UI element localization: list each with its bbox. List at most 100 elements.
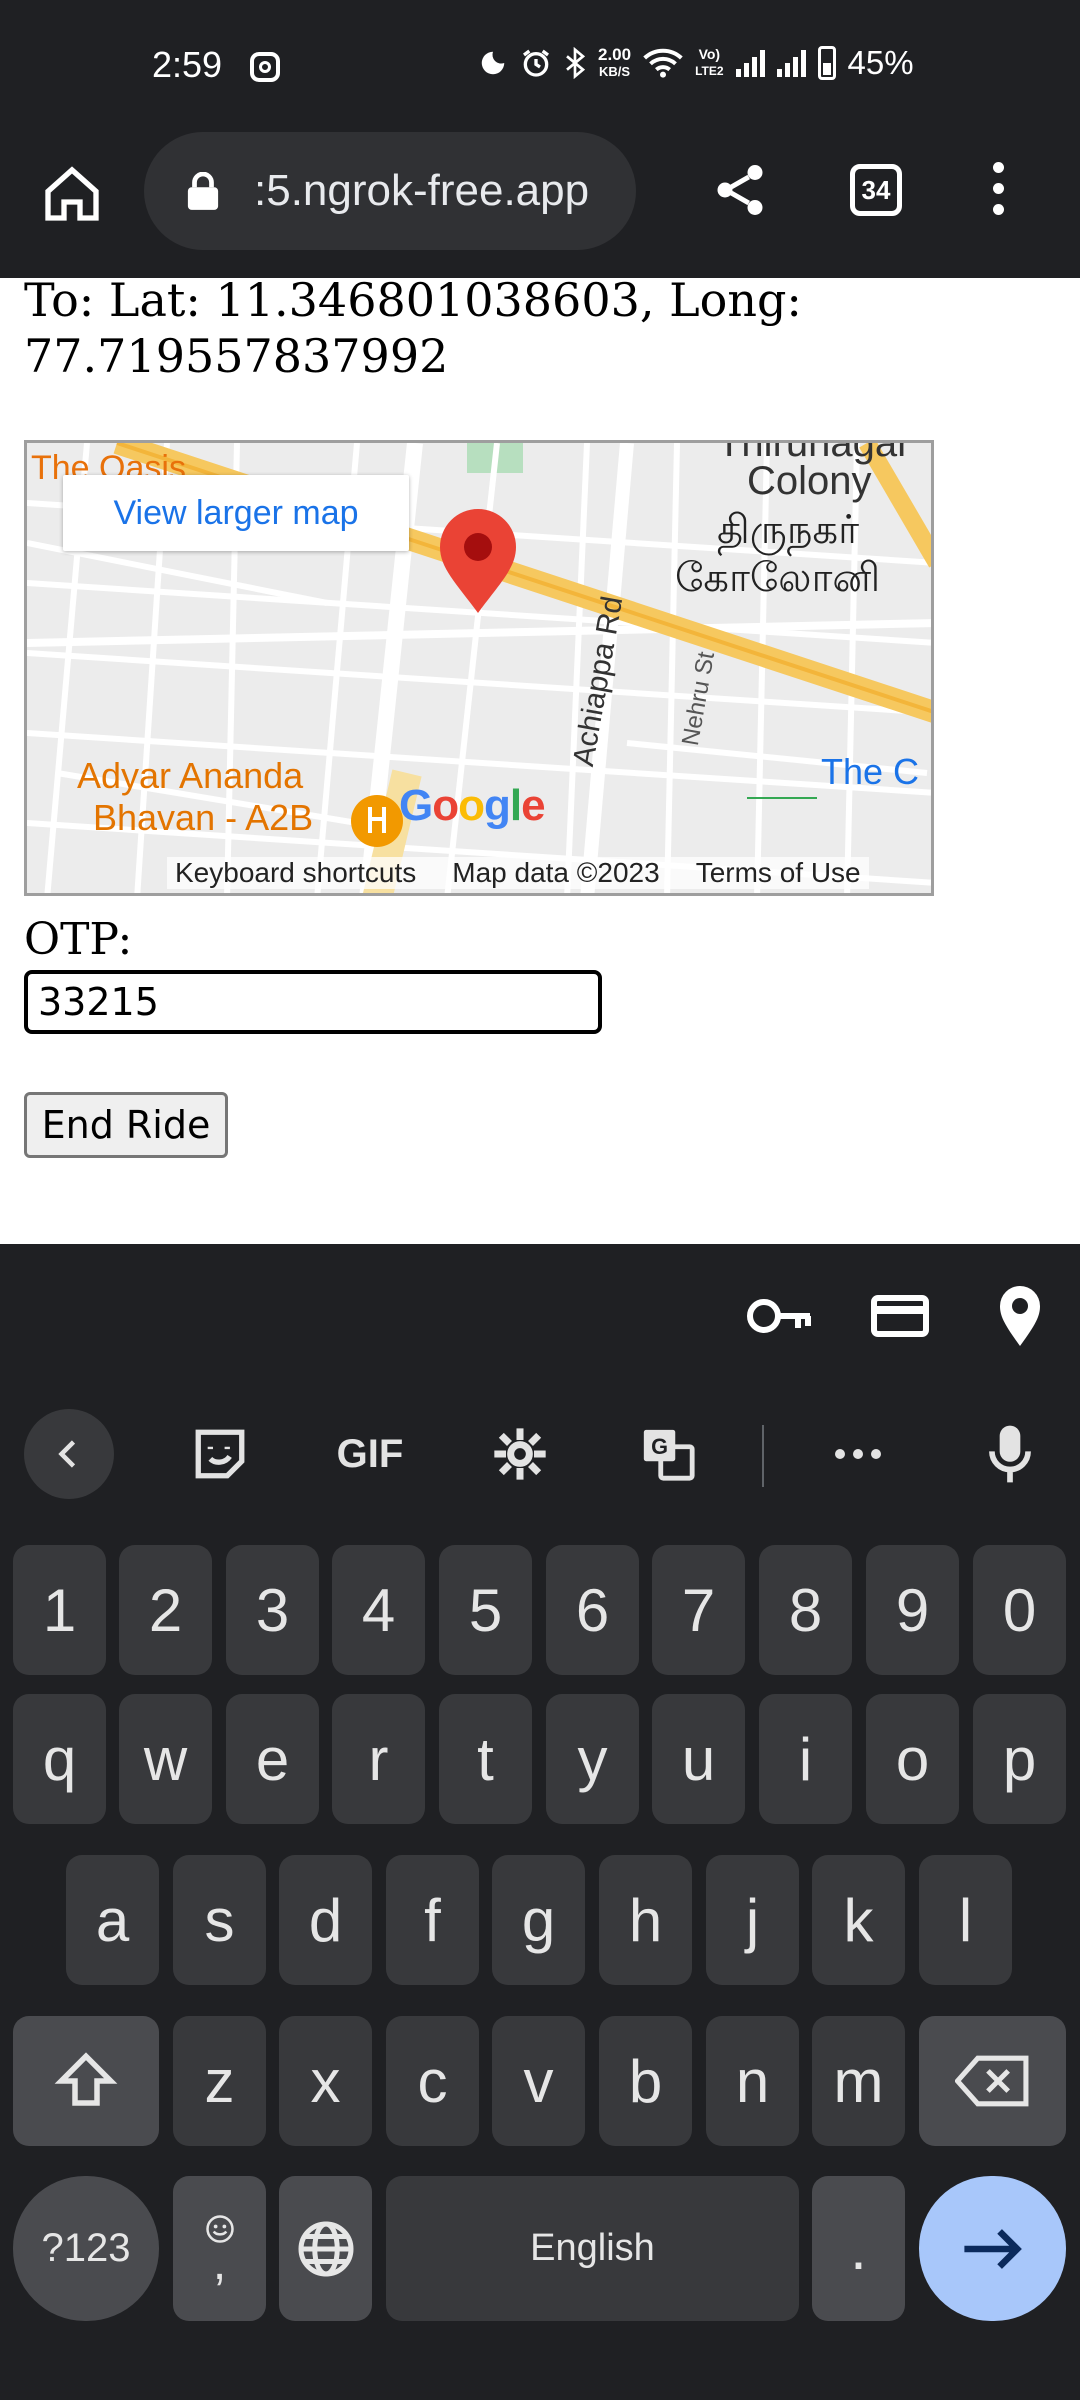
svg-text:G: G — [651, 1434, 668, 1459]
key-c[interactable]: c — [386, 2016, 479, 2146]
home-icon[interactable] — [40, 162, 104, 226]
google-logo: Google — [399, 781, 546, 830]
embedded-map[interactable]: 15 The Oasis Thirunagar Colony திருநகர் … — [24, 440, 934, 896]
key-h[interactable]: h — [599, 1855, 692, 1985]
emoji-comma-key[interactable]: , — [173, 2176, 266, 2321]
shift-arrow-icon — [54, 2052, 118, 2106]
key-w[interactable]: w — [119, 1694, 212, 1824]
key-i[interactable]: i — [759, 1694, 852, 1824]
restaurant-icon — [351, 795, 403, 847]
key-y[interactable]: y — [546, 1694, 639, 1824]
key-2[interactable]: 2 — [119, 1545, 212, 1675]
share-icon[interactable] — [710, 160, 770, 220]
key-3[interactable]: 3 — [226, 1545, 319, 1675]
key-j[interactable]: j — [706, 1855, 799, 1985]
symbols-key[interactable]: ?123 — [13, 2176, 159, 2321]
address-bar[interactable]: :5.ngrok-free.app — [144, 132, 636, 250]
destination-coordinates: To: Lat: 11.346801038603, Long: 77.71955… — [24, 278, 802, 383]
translate-button[interactable]: G — [628, 1389, 708, 1519]
voice-input-button[interactable] — [970, 1389, 1050, 1519]
keyboard-back-button[interactable] — [24, 1409, 114, 1499]
lock-icon — [187, 172, 219, 210]
battery-icon — [817, 46, 836, 80]
toolbar-divider — [762, 1425, 764, 1487]
map-footer: Keyboard shortcuts Map data ©2023 Terms … — [167, 857, 869, 889]
location-pin-icon[interactable] — [996, 1284, 1044, 1348]
key-5[interactable]: 5 — [439, 1545, 532, 1675]
key-q[interactable]: q — [13, 1694, 106, 1824]
space-key[interactable]: English — [386, 2176, 799, 2321]
key-6[interactable]: 6 — [546, 1545, 639, 1675]
autofill-bar — [0, 1244, 1080, 1389]
do-not-disturb-moon-icon — [481, 51, 505, 75]
translate-icon: G — [643, 1429, 695, 1481]
key-0[interactable]: 0 — [973, 1545, 1066, 1675]
arrow-right-icon — [963, 2228, 1022, 2269]
key-8[interactable]: 8 — [759, 1545, 852, 1675]
key-l[interactable]: l — [919, 1855, 1012, 1985]
terms-of-use-link[interactable]: Terms of Use — [696, 857, 861, 889]
key-a[interactable]: a — [66, 1855, 159, 1985]
tab-switcher-button[interactable]: 34 — [850, 164, 902, 216]
clock: 2:59 — [152, 44, 223, 85]
otp-input[interactable]: 33215 — [24, 970, 602, 1034]
key-password-icon[interactable] — [746, 1294, 814, 1338]
browser-toolbar: :5.ngrok-free.app 34 — [0, 130, 1080, 278]
sticker-icon — [195, 1429, 245, 1479]
key-k[interactable]: k — [812, 1855, 905, 1985]
sticker-button[interactable] — [180, 1389, 260, 1519]
key-p[interactable]: p — [973, 1694, 1066, 1824]
bluetooth-icon — [566, 47, 586, 79]
period-key[interactable]: . — [812, 2176, 905, 2321]
key-b[interactable]: b — [599, 2016, 692, 2146]
credit-card-icon[interactable] — [870, 1292, 930, 1340]
overflow-menu-icon[interactable] — [990, 162, 1006, 222]
wifi-icon — [643, 48, 683, 78]
more-options-button[interactable] — [818, 1389, 898, 1519]
key-1[interactable]: 1 — [13, 1545, 106, 1675]
key-f[interactable]: f — [386, 1855, 479, 1985]
key-e[interactable]: e — [226, 1694, 319, 1824]
key-9[interactable]: 9 — [866, 1545, 959, 1675]
key-g[interactable]: g — [492, 1855, 585, 1985]
end-ride-button[interactable]: End Ride — [24, 1092, 228, 1158]
key-r[interactable]: r — [332, 1694, 425, 1824]
key-z[interactable]: z — [173, 2016, 266, 2146]
key-n[interactable]: n — [706, 2016, 799, 2146]
microphone-icon — [989, 1425, 1031, 1483]
map-label-tamil-1: திருநகர் — [717, 507, 859, 553]
map-label-restaurant-2: Bhavan - A2B — [93, 797, 314, 838]
instagram-icon — [250, 52, 280, 82]
key-m[interactable]: m — [812, 2016, 905, 2146]
key-t[interactable]: t — [439, 1694, 532, 1824]
key-x[interactable]: x — [279, 2016, 372, 2146]
comma-label: , — [212, 2236, 227, 2290]
chevron-left-icon — [58, 1440, 76, 1468]
volte-indicator: Vo) LTE2 — [695, 46, 724, 78]
signal-2-icon — [776, 49, 806, 77]
view-larger-map-link[interactable]: View larger map — [63, 475, 409, 551]
key-s[interactable]: s — [173, 1855, 266, 1985]
web-page: To: Lat: 11.346801038603, Long: 77.71955… — [0, 278, 1080, 1244]
gear-icon — [494, 1428, 546, 1480]
enter-key[interactable] — [919, 2176, 1066, 2321]
map-data-attribution: Map data ©2023 — [452, 857, 660, 888]
url-text: :5.ngrok-free.app — [254, 166, 590, 215]
gif-button[interactable]: GIF — [320, 1389, 420, 1519]
shift-key[interactable] — [13, 2016, 159, 2146]
key-7[interactable]: 7 — [652, 1545, 745, 1675]
settings-button[interactable] — [480, 1389, 560, 1519]
battery-percent: 45% — [847, 44, 914, 81]
network-speed: 2.00 KB/S — [598, 45, 632, 79]
backspace-key[interactable] — [919, 2016, 1066, 2146]
alarm-icon — [523, 49, 549, 77]
map-label-place-right: The C — [821, 751, 920, 792]
map-label-restaurant-1: Adyar Ananda — [77, 755, 304, 796]
key-u[interactable]: u — [652, 1694, 745, 1824]
key-v[interactable]: v — [492, 2016, 585, 2146]
key-4[interactable]: 4 — [332, 1545, 425, 1675]
key-o[interactable]: o — [866, 1694, 959, 1824]
keyboard-shortcuts-link[interactable]: Keyboard shortcuts — [175, 857, 416, 889]
key-d[interactable]: d — [279, 1855, 372, 1985]
language-key[interactable] — [279, 2176, 372, 2321]
